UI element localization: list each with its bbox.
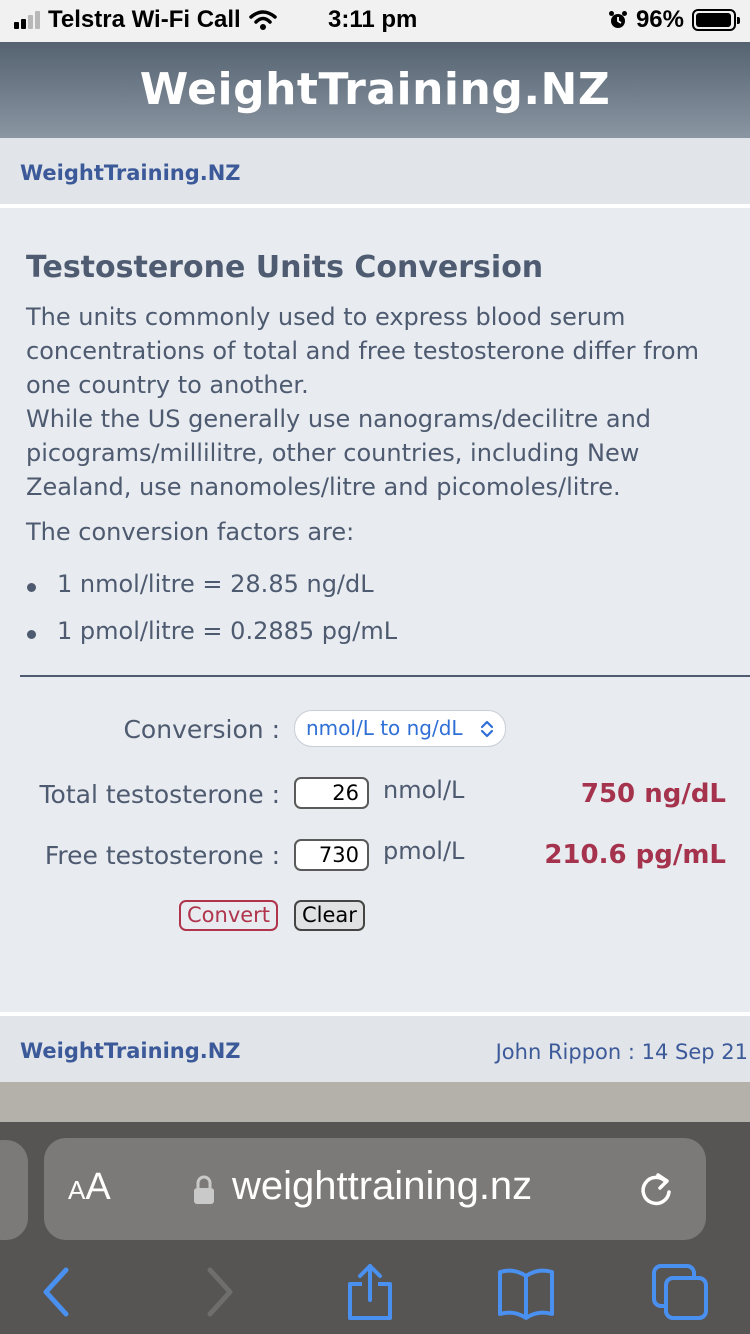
clear-button[interactable]: Clear	[294, 900, 365, 931]
total-testosterone-label: Total testosterone :	[39, 780, 280, 809]
intro-paragraph-2: While the US generally use nanograms/dec…	[26, 405, 652, 501]
previous-tab-peek[interactable]	[0, 1140, 28, 1240]
lock-icon	[194, 1175, 214, 1204]
address-bar[interactable]: AA weighttraining.nz	[44, 1138, 706, 1240]
factors-list: 1 nmol/litre = 28.85 ng/dL 1 pmol/litre …	[26, 570, 397, 664]
site-header: WeightTraining.NZ	[0, 42, 750, 138]
site-title: WeightTraining.NZ	[139, 64, 611, 115]
tabs-icon[interactable]	[650, 1262, 710, 1322]
status-left: Telstra Wi-Fi Call	[14, 6, 277, 34]
status-right: 96%	[608, 6, 740, 34]
browser-nav	[0, 1254, 750, 1334]
page-title: Testosterone Units Conversion	[26, 250, 544, 285]
page-overscroll	[0, 1082, 750, 1122]
url-text[interactable]: weighttraining.nz	[232, 1164, 532, 1209]
list-item: 1 nmol/litre = 28.85 ng/dL	[26, 570, 397, 617]
battery-icon	[692, 9, 740, 31]
total-result: 750 ng/dL	[580, 779, 726, 809]
carrier-label: Telstra Wi-Fi Call	[48, 6, 241, 33]
footer-home-link[interactable]: WeightTraining.NZ	[20, 1039, 241, 1063]
free-testosterone-label: Free testosterone :	[44, 841, 280, 870]
battery-percent: 96%	[635, 6, 684, 33]
free-result: 210.6 pg/mL	[544, 840, 726, 870]
reader-options-button[interactable]: AA	[68, 1166, 111, 1209]
alarm-icon	[608, 11, 627, 28]
forward-icon[interactable]	[190, 1262, 250, 1322]
clock: 3:11 pm	[328, 6, 418, 33]
browser-toolbar: AA weighttraining.nz	[0, 1122, 750, 1334]
conversion-select-value: nmol/L to ng/dL	[306, 716, 463, 740]
back-icon[interactable]	[28, 1262, 88, 1322]
list-item: 1 pmol/litre = 0.2885 pg/mL	[26, 617, 397, 664]
free-testosterone-input[interactable]	[294, 839, 369, 871]
conversion-select[interactable]: nmol/L to ng/dL	[294, 710, 506, 747]
bookmarks-icon[interactable]	[496, 1262, 556, 1322]
conversion-label: Conversion :	[123, 715, 280, 744]
home-link[interactable]: WeightTraining.NZ	[20, 161, 241, 185]
factors-title: The conversion factors are:	[26, 518, 355, 546]
main-content: Testosterone Units Conversion The units …	[0, 212, 750, 1012]
convert-button[interactable]: Convert	[179, 900, 279, 931]
share-icon[interactable]	[340, 1262, 400, 1322]
total-testosterone-input[interactable]	[294, 777, 369, 809]
intro-text: The units commonly used to express blood…	[26, 300, 726, 504]
total-unit: nmol/L	[383, 776, 465, 804]
free-unit: pmol/L	[383, 837, 465, 865]
chevron-updown-icon	[480, 720, 494, 738]
breadcrumb: WeightTraining.NZ	[0, 138, 750, 208]
footer: WeightTraining.NZ John Rippon : 14 Sep 2…	[0, 1012, 750, 1082]
signal-icon	[14, 11, 40, 29]
wifi-icon	[248, 10, 277, 30]
status-bar: Telstra Wi-Fi Call 3:11 pm 96%	[0, 0, 750, 42]
intro-paragraph-1: The units commonly used to express blood…	[26, 303, 699, 399]
divider	[20, 675, 750, 677]
reload-icon[interactable]	[636, 1170, 676, 1210]
footer-credit: John Rippon : 14 Sep 21	[495, 1040, 748, 1064]
